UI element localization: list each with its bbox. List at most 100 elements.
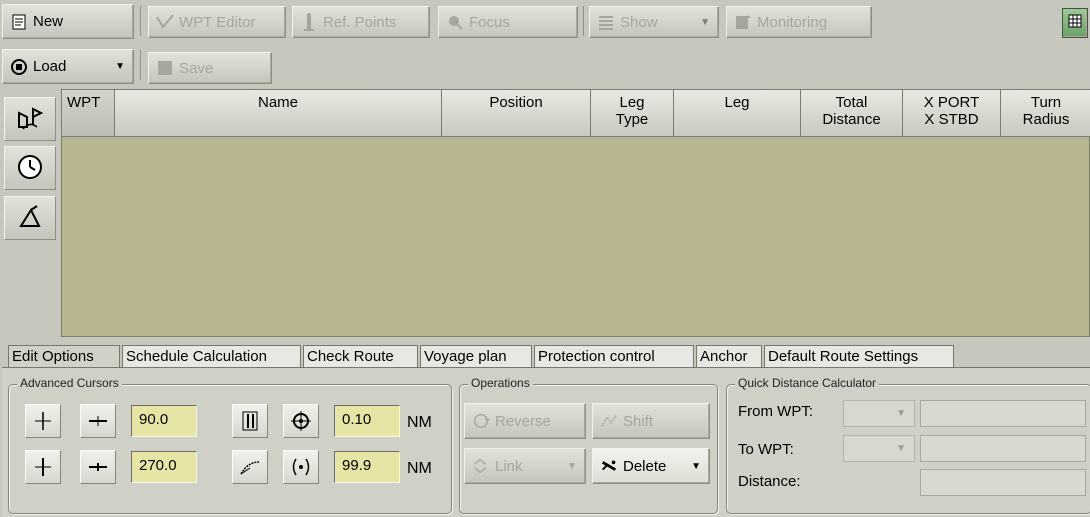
- vertical-cursor-icon: [35, 412, 51, 430]
- from-wpt-value: [920, 400, 1086, 427]
- monitoring-icon: [733, 12, 753, 32]
- toolbar-separator: [140, 50, 141, 80]
- measure-icon: [17, 204, 43, 233]
- column-header-xtd[interactable]: X PORT X STBD: [903, 90, 1001, 137]
- load-label: Load: [33, 58, 67, 75]
- pencil-icon: [155, 12, 175, 32]
- column-header-name[interactable]: Name: [115, 90, 442, 137]
- link-icon: [471, 456, 491, 476]
- focus-label: Focus: [469, 13, 510, 31]
- cursor-horizontal-button[interactable]: [80, 404, 116, 438]
- delete-dropdown[interactable]: Delete ▼: [592, 448, 710, 484]
- list-icon: [596, 12, 616, 32]
- to-wpt-label: To WPT:: [738, 441, 794, 458]
- arc-icon: [240, 461, 260, 475]
- distance-label: Distance:: [738, 473, 801, 490]
- new-document-icon: [9, 12, 29, 32]
- shift-label: Shift: [623, 412, 654, 430]
- chevron-down-icon: ▼: [567, 460, 577, 472]
- tab-default-route-settings[interactable]: Default Route Settings: [764, 345, 954, 367]
- to-wpt-value: [920, 435, 1086, 462]
- tab-check-route[interactable]: Check Route: [303, 345, 418, 367]
- measure-mode-button[interactable]: [4, 196, 56, 240]
- column-header-turn-radius[interactable]: Turn Radius: [1001, 90, 1090, 137]
- quick-distance-title: Quick Distance Calculator: [735, 376, 880, 390]
- to-wpt-select[interactable]: ▼: [843, 435, 915, 462]
- column-header-leg[interactable]: Leg: [674, 90, 801, 137]
- new-label: New: [33, 13, 64, 30]
- crosshair-target-icon: [291, 411, 311, 431]
- horizontal-cursor-icon: [89, 416, 107, 426]
- wpt-editor-label: WPT Editor: [179, 13, 256, 31]
- reverse-icon: [471, 411, 491, 431]
- shift-icon: [599, 411, 619, 431]
- delete-label: Delete: [623, 457, 667, 475]
- distance-field-1[interactable]: 0.10: [334, 405, 400, 437]
- load-icon: [9, 57, 29, 77]
- tab-protection-control[interactable]: Protection control: [534, 345, 694, 367]
- save-label: Save: [179, 59, 214, 77]
- chevron-down-icon: ▼: [115, 61, 125, 72]
- from-wpt-select[interactable]: ▼: [843, 400, 915, 427]
- column-header-leg-type[interactable]: Leg Type: [591, 90, 674, 137]
- distance-field-2[interactable]: 99.9: [334, 451, 400, 483]
- link-dropdown[interactable]: Link ▼: [464, 448, 586, 484]
- tab-schedule-calculation[interactable]: Schedule Calculation: [122, 345, 301, 367]
- point-circle-button[interactable]: [283, 450, 319, 484]
- wpt-editor-button[interactable]: WPT Editor: [148, 6, 286, 38]
- cursor-vertical-alt-button[interactable]: [25, 450, 61, 484]
- horizontal-cursor-alt-icon: [89, 463, 107, 471]
- grid-view-toggle[interactable]: [1062, 8, 1088, 38]
- toolbar-separator: [140, 6, 141, 36]
- lighthouse-icon: [299, 12, 319, 32]
- tab-edit-options[interactable]: Edit Options: [8, 345, 120, 367]
- show-dropdown[interactable]: Show ▼: [589, 6, 719, 38]
- arc-button[interactable]: [232, 450, 268, 484]
- waypoint-table[interactable]: WPT Name Position Leg Type Leg Total Dis…: [61, 89, 1090, 337]
- monitoring-label: Monitoring: [757, 13, 828, 31]
- new-button[interactable]: New: [2, 4, 134, 39]
- column-header-total-distance[interactable]: Total Distance: [801, 90, 903, 137]
- tab-anchor[interactable]: Anchor: [696, 345, 762, 367]
- focus-button[interactable]: Focus: [438, 6, 578, 38]
- target-button[interactable]: [283, 404, 319, 438]
- advanced-cursors-group: Advanced Cursors: [8, 376, 452, 514]
- delete-icon: [599, 456, 619, 476]
- show-label: Show: [620, 13, 658, 31]
- save-button[interactable]: Save: [148, 52, 272, 84]
- shift-button[interactable]: Shift: [592, 403, 710, 439]
- vertical-cursor-alt-icon: [35, 458, 51, 476]
- operations-title: Operations: [468, 376, 533, 390]
- chevron-down-icon: ▼: [691, 460, 701, 472]
- advanced-cursors-title: Advanced Cursors: [17, 376, 122, 390]
- distance-unit-2: NM: [407, 460, 432, 477]
- reverse-button[interactable]: Reverse: [464, 403, 586, 439]
- toolbar-separator: [583, 6, 584, 36]
- save-icon: [155, 58, 175, 78]
- route-mode-button[interactable]: [4, 97, 56, 141]
- link-label: Link: [495, 457, 523, 475]
- route-icon: [15, 105, 45, 134]
- cursor-angle-field-1[interactable]: 90.0: [131, 405, 197, 437]
- chevron-down-icon: ▼: [700, 16, 710, 28]
- magnifier-icon: [445, 12, 465, 32]
- ref-points-button[interactable]: Ref. Points: [292, 6, 430, 38]
- column-header-wpt[interactable]: WPT: [62, 90, 115, 137]
- reverse-label: Reverse: [495, 412, 551, 430]
- distance-unit-1: NM: [407, 414, 432, 431]
- range-rings-button[interactable]: [232, 404, 268, 438]
- tab-voyage-plan[interactable]: Voyage plan: [420, 345, 532, 367]
- ref-points-label: Ref. Points: [323, 13, 397, 31]
- circle-point-icon: [292, 458, 310, 476]
- monitoring-button[interactable]: Monitoring: [726, 6, 872, 38]
- grid-icon: [1068, 14, 1082, 32]
- column-header-position[interactable]: Position: [442, 90, 591, 137]
- load-dropdown[interactable]: Load ▼: [2, 49, 134, 84]
- cursor-angle-field-2[interactable]: 270.0: [131, 451, 197, 483]
- from-wpt-label: From WPT:: [738, 403, 813, 420]
- clock-icon: [17, 154, 43, 183]
- schedule-mode-button[interactable]: [4, 146, 56, 190]
- distance-value: [920, 469, 1086, 496]
- cursor-horizontal-alt-button[interactable]: [80, 450, 116, 484]
- cursor-vertical-button[interactable]: [25, 404, 61, 438]
